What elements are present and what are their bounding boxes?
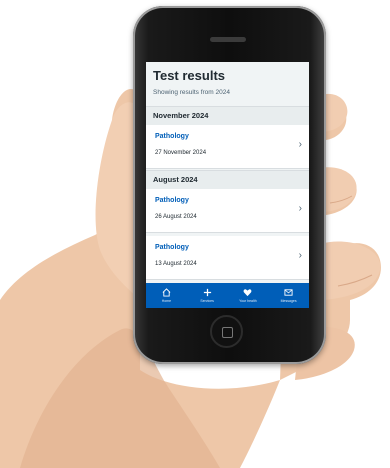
chevron-right-icon: ›: [298, 250, 302, 261]
services-icon: [203, 288, 211, 297]
page-subtitle: Showing results from 2024: [153, 89, 230, 96]
result-date: 13 August 2024: [155, 261, 197, 267]
result-title: Pathology: [155, 244, 189, 251]
nav-your-health[interactable]: Your health: [232, 288, 264, 303]
nav-messages[interactable]: Messages: [273, 288, 305, 303]
nav-label: Your health: [239, 299, 257, 303]
nav-label: Services: [200, 299, 214, 303]
result-card[interactable]: Pathology 27 November 2024 ›: [146, 125, 309, 169]
month-header: November 2024: [146, 106, 309, 126]
home-button[interactable]: [210, 315, 243, 348]
messages-icon: [284, 289, 293, 296]
nav-home[interactable]: Home: [150, 288, 182, 303]
nav-label: Home: [161, 299, 172, 303]
result-card[interactable]: Pathology 13 August 2024 ›: [146, 236, 309, 280]
result-date: 27 November 2024: [155, 150, 207, 156]
chevron-right-icon: ›: [298, 203, 302, 214]
result-title: Pathology: [155, 133, 189, 140]
month-label: August 2024: [153, 175, 198, 184]
result-title: Pathology: [155, 197, 189, 204]
nav-label: Messages: [280, 299, 297, 303]
nav-services[interactable]: Services: [191, 288, 223, 303]
result-date: 26 August 2024: [155, 214, 197, 220]
result-card[interactable]: Pathology 26 August 2024 ›: [146, 189, 309, 233]
bottom-nav: Home Services Your health Messages: [146, 283, 309, 308]
phone-screen: Test results Showing results from 2024 N…: [146, 62, 309, 308]
home-icon: [162, 288, 171, 297]
chevron-right-icon: ›: [298, 139, 302, 150]
month-label: November 2024: [153, 111, 209, 120]
page-title: Test results: [153, 68, 226, 83]
month-header: August 2024: [146, 170, 309, 190]
heart-icon: [243, 289, 252, 297]
speaker-grille: [210, 37, 246, 42]
